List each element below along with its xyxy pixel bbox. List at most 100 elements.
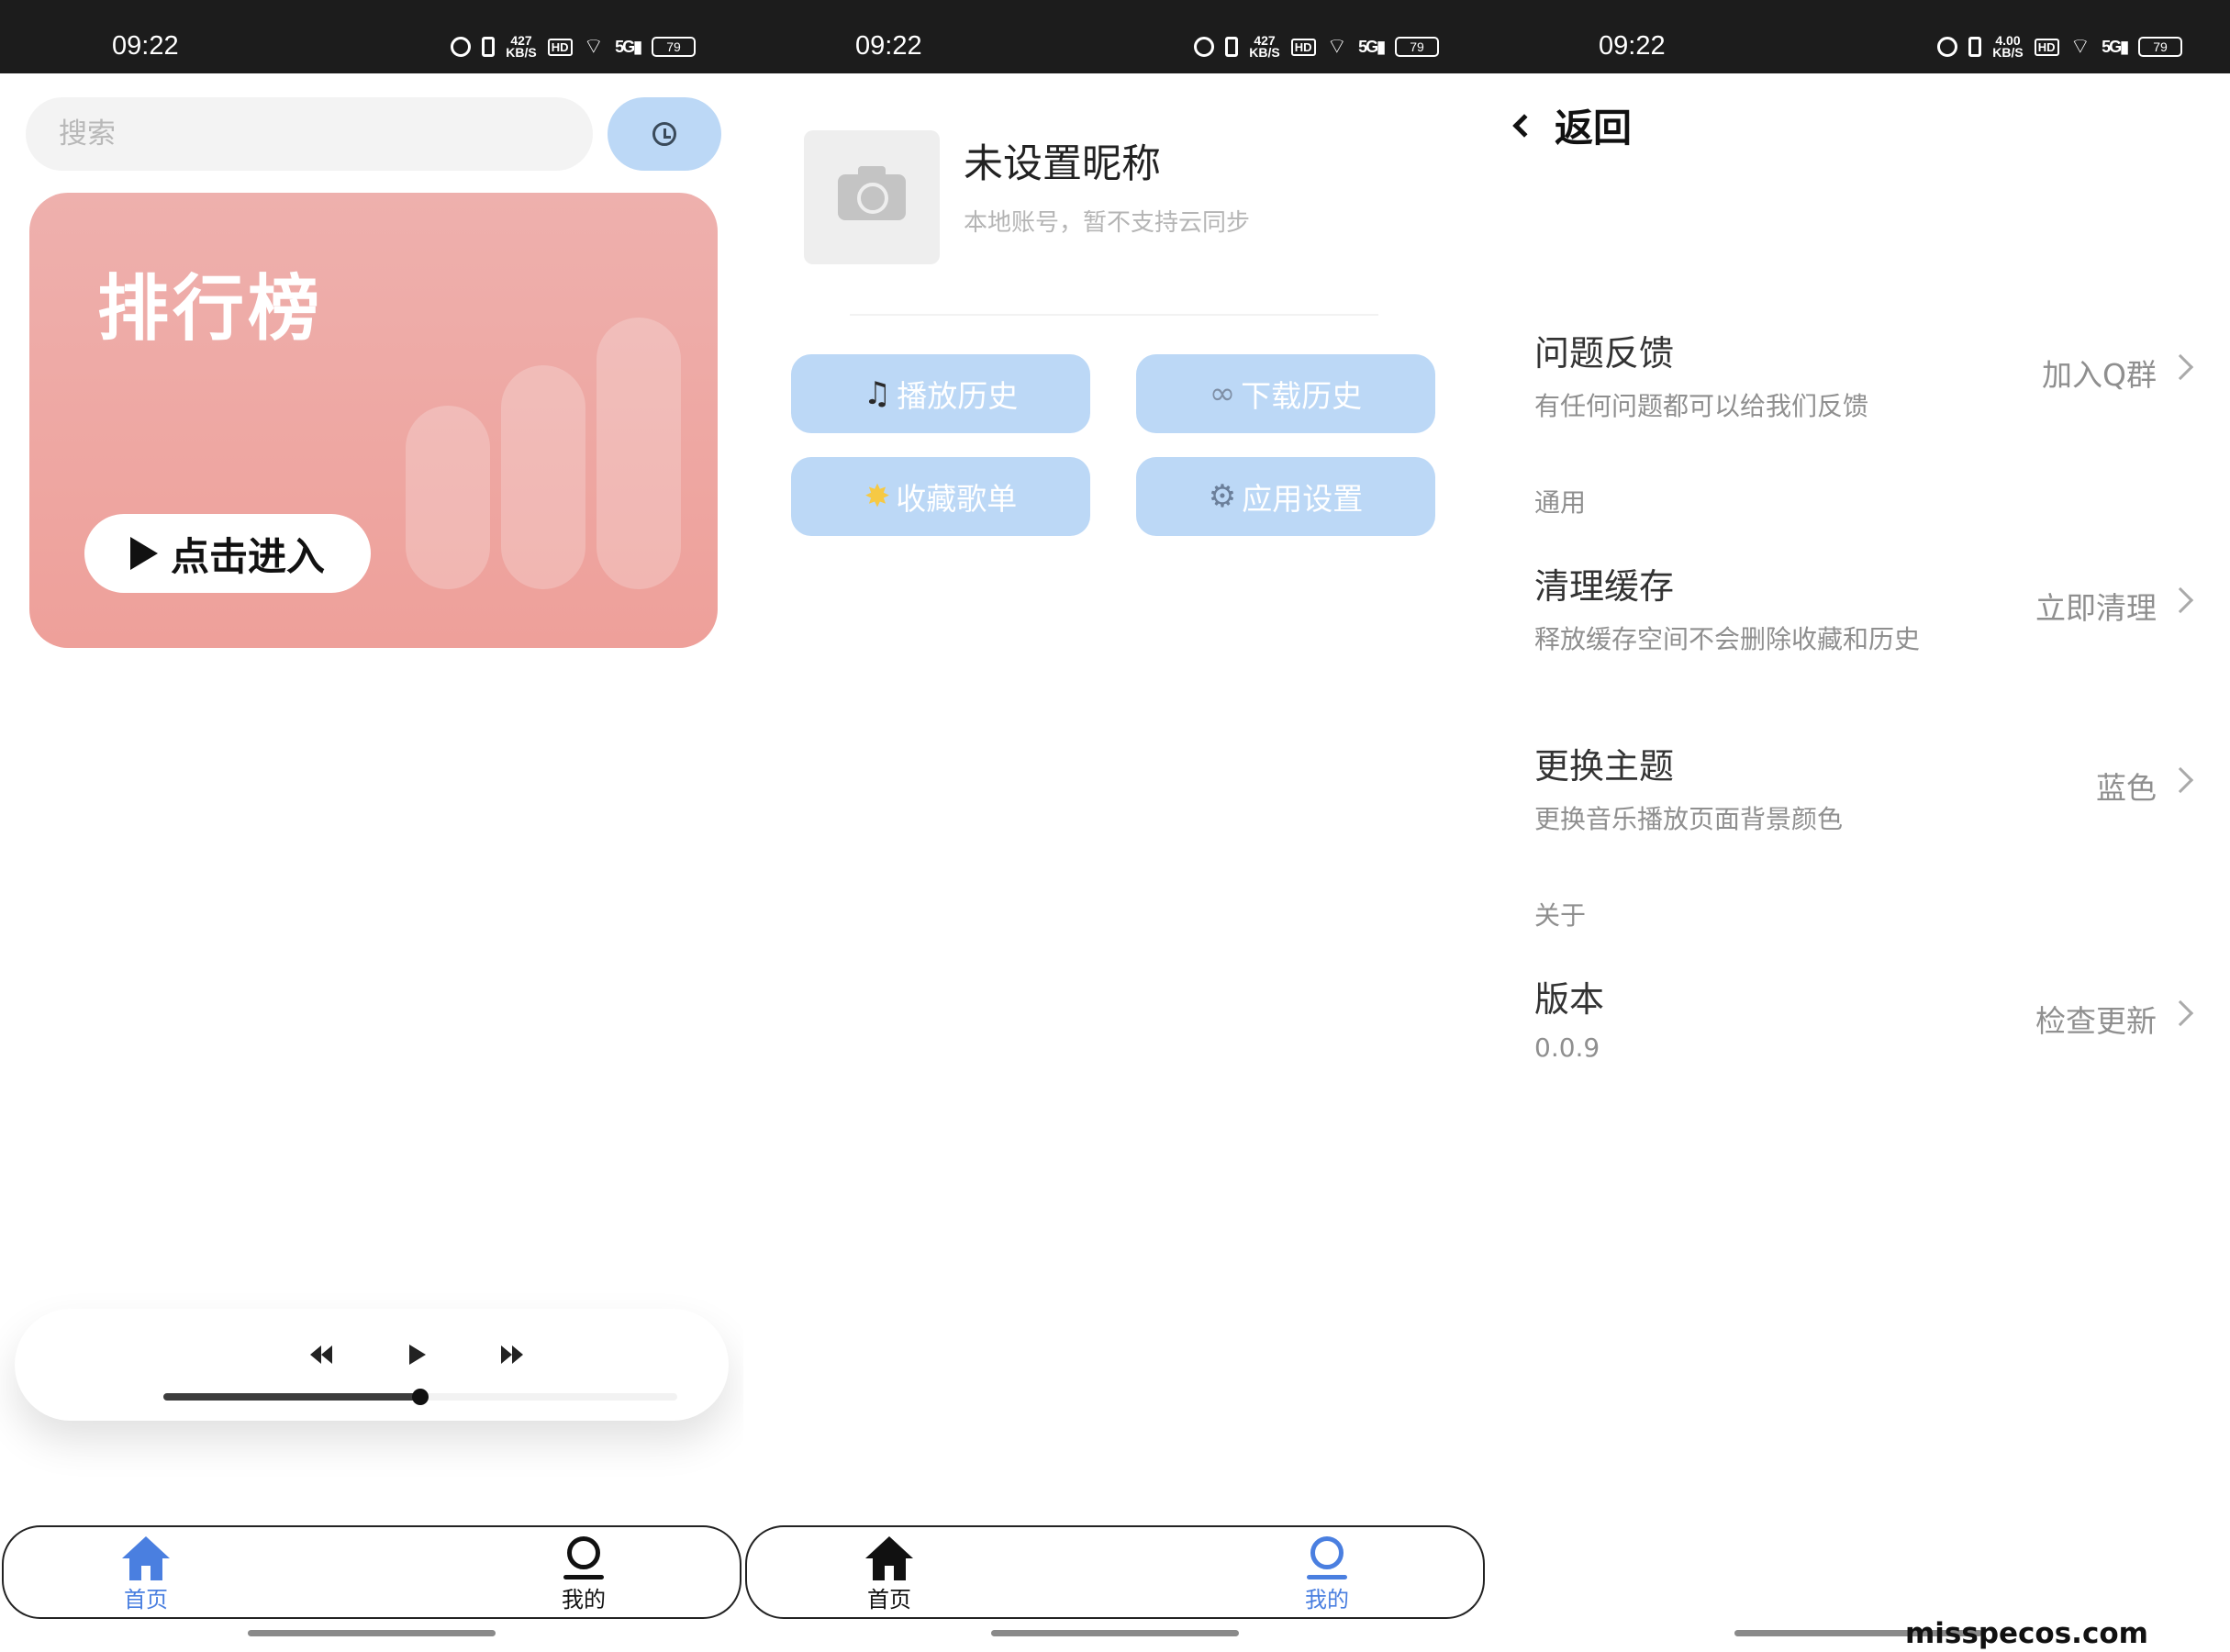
account-note: 本地账号，暂不支持云同步 — [964, 209, 1251, 237]
user-icon — [1303, 1536, 1351, 1579]
status-time: 09:22 — [1599, 31, 1666, 61]
history-icon — [652, 122, 676, 146]
hd-icon: HD — [2034, 38, 2059, 56]
status-bar: 09:22 4.00 KB/S HD ⌔ 5G▮ 79 — [1487, 0, 2230, 73]
progress-slider[interactable] — [163, 1389, 677, 1405]
alarm-icon — [451, 37, 472, 57]
rewind-icon — [310, 1345, 321, 1364]
ranking-title: 排行榜 — [97, 268, 324, 351]
favorites-button[interactable]: ✸ 收藏歌单 — [791, 457, 1090, 536]
divider — [850, 314, 1378, 316]
setting-clear-cache[interactable]: 清理缓存 释放缓存空间不会删除收藏和历史 立即清理 — [1534, 558, 2197, 656]
nav-home[interactable]: 首页 — [834, 1536, 944, 1613]
nav-mine-label: 我的 — [1305, 1587, 1349, 1613]
status-bar: 09:22 427 KB/S HD ⌔ 5G▮ 79 — [0, 0, 743, 73]
alarm-icon — [1937, 37, 1958, 57]
play-history-label: 播放历史 — [897, 378, 1019, 414]
chevron-left-icon — [1512, 113, 1536, 138]
ranking-card[interactable]: 排行榜 点击进入 — [29, 193, 718, 648]
play-icon — [409, 1345, 426, 1365]
app-settings-label: 应用设置 — [1242, 481, 1364, 517]
net-speed: 4.00 KB/S — [1992, 33, 2024, 60]
search-history-button[interactable] — [608, 97, 721, 171]
alarm-icon — [1194, 37, 1215, 57]
nav-home-label: 首页 — [867, 1587, 911, 1613]
vibrate-icon — [482, 37, 496, 57]
wifi-icon: ⌔ — [1326, 34, 1348, 59]
signal-icon: 5G▮ — [2102, 37, 2129, 56]
home-screen: 09:22 427KB/S HD ⌔ 5G▮ 79 排行榜 点击进入 — [0, 0, 743, 1652]
setting-theme[interactable]: 更换主题 更换音乐播放页面背景颜色 蓝色 — [1534, 738, 2197, 836]
nav-home-label: 首页 — [124, 1587, 168, 1613]
battery-icon: 79 — [2138, 37, 2182, 57]
favorites-label: 收藏歌单 — [896, 481, 1018, 517]
search-input[interactable] — [26, 97, 593, 171]
nav-home[interactable]: 首页 — [91, 1536, 201, 1613]
wifi-icon: ⌔ — [583, 34, 605, 59]
home-indicator[interactable] — [991, 1630, 1239, 1636]
home-icon — [122, 1536, 170, 1580]
signal-icon: 5G▮ — [615, 37, 642, 56]
setting-version[interactable]: 版本 0.0.9 检查更新 — [1534, 971, 2197, 1063]
app-settings-button[interactable]: ⚙ 应用设置 — [1136, 457, 1435, 536]
setting-action[interactable]: 加入Q群 — [2042, 351, 2157, 395]
signal-icon: 5G▮ — [1358, 37, 1386, 56]
ranking-bar-decoration — [597, 318, 681, 589]
music-note-icon: ♫ — [863, 375, 892, 412]
status-icons: 4.00 KB/S HD ⌔ 5G▮ 79 — [1937, 33, 2182, 60]
status-time: 09:22 — [112, 31, 179, 61]
progress-handle[interactable] — [412, 1389, 429, 1405]
download-history-label: 下载历史 — [1241, 378, 1363, 414]
bottom-nav: 首页 我的 — [2, 1525, 741, 1619]
nickname[interactable]: 未设置昵称 — [964, 132, 1161, 189]
setting-action[interactable]: 蓝色 — [2096, 764, 2157, 808]
avatar[interactable] — [804, 130, 940, 264]
mini-player — [15, 1309, 729, 1421]
ranking-bar-decoration — [406, 406, 490, 589]
play-button[interactable] — [409, 1344, 426, 1366]
previous-button[interactable] — [310, 1344, 332, 1366]
home-indicator[interactable] — [248, 1630, 496, 1636]
ranking-bar-decoration — [501, 365, 585, 589]
setting-action[interactable]: 检查更新 — [2035, 997, 2157, 1041]
vibrate-icon — [1968, 37, 1982, 57]
enter-label: 点击进入 — [170, 533, 325, 579]
vibrate-icon — [1225, 37, 1239, 57]
nav-mine[interactable]: 我的 — [529, 1536, 639, 1613]
battery-icon: 79 — [652, 37, 696, 57]
back-button[interactable]: 返回 — [1509, 97, 1632, 153]
bottom-nav: 首页 我的 — [745, 1525, 1485, 1619]
progress-fill — [163, 1393, 420, 1401]
search-bar — [26, 97, 593, 171]
nav-mine-label: 我的 — [562, 1587, 606, 1613]
status-icons: 427 KB/S HD ⌔ 5G▮ 79 — [1194, 33, 1439, 60]
play-history-button[interactable]: ♫ 播放历史 — [791, 354, 1090, 433]
wifi-icon: ⌔ — [2069, 34, 2091, 59]
watermark: misspecos.com — [1905, 1617, 2148, 1650]
fast-forward-icon — [501, 1345, 512, 1364]
next-button[interactable] — [501, 1344, 523, 1366]
home-icon — [865, 1536, 913, 1580]
back-label: 返回 — [1555, 106, 1633, 151]
play-icon — [129, 537, 158, 570]
link-icon: ∞ — [1209, 375, 1236, 412]
star-icon: ✸ — [864, 478, 891, 515]
camera-icon — [838, 166, 906, 220]
status-bar: 09:22 427 KB/S HD ⌔ 5G▮ 79 — [743, 0, 1487, 73]
hd-icon: HD — [547, 38, 573, 56]
user-icon — [560, 1536, 608, 1579]
net-speed: 427 KB/S — [1249, 33, 1280, 60]
nav-mine[interactable]: 我的 — [1272, 1536, 1382, 1613]
hd-icon: HD — [1290, 38, 1316, 56]
mine-screen: 09:22 427 KB/S HD ⌔ 5G▮ 79 未设置昵称 本地账号，暂不支… — [743, 0, 1487, 1652]
enter-ranking-button[interactable]: 点击进入 — [84, 514, 371, 593]
section-general: 通用 — [1534, 487, 1587, 518]
net-speed: 427 KB/S — [506, 33, 537, 60]
setting-action[interactable]: 立即清理 — [2035, 584, 2157, 628]
setting-feedback[interactable]: 问题反馈 有任何问题都可以给我们反馈 加入Q群 — [1534, 325, 2197, 423]
status-time: 09:22 — [855, 31, 922, 61]
download-history-button[interactable]: ∞ 下载历史 — [1136, 354, 1435, 433]
settings-screen: 09:22 4.00 KB/S HD ⌔ 5G▮ 79 返回 问题反馈 有任何问题… — [1487, 0, 2230, 1652]
section-about: 关于 — [1534, 900, 1587, 931]
status-icons: 427 KB/S HD ⌔ 5G▮ 79 — [451, 33, 696, 60]
